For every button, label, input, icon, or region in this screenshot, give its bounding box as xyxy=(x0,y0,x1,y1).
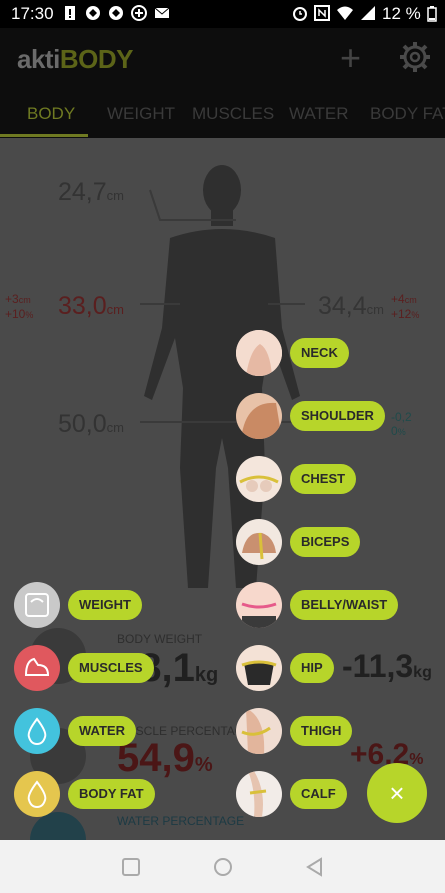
menu-thigh[interactable]: THIGH xyxy=(236,708,353,754)
thigh-photo xyxy=(236,708,282,754)
sim-alert-icon xyxy=(62,5,78,21)
nfc-icon xyxy=(314,5,330,26)
tab-water[interactable]: WATER xyxy=(289,104,349,124)
tab-weight[interactable]: WEIGHT xyxy=(107,104,175,124)
menu-chest-label: CHEST xyxy=(290,464,357,494)
menu-calf-label: CALF xyxy=(290,779,347,809)
menu-biceps-label: BICEPS xyxy=(290,527,361,557)
shoulder-photo xyxy=(236,393,282,439)
close-fab-button[interactable]: × xyxy=(367,763,427,823)
system-nav-bar xyxy=(0,840,445,893)
neck-photo xyxy=(236,330,282,376)
alarm-icon xyxy=(292,5,308,26)
menu-body-fat[interactable]: BODY FAT xyxy=(14,771,155,817)
add-icon[interactable]: + xyxy=(340,40,361,76)
tab-bar: BODY WEIGHT MUSCLES WATER BODY FAT xyxy=(0,98,445,138)
signal-icon xyxy=(360,5,376,26)
status-time: 17:30 xyxy=(11,4,54,23)
menu-calf[interactable]: CALF xyxy=(236,771,347,817)
belly-waist-photo xyxy=(236,582,282,628)
menu-hip[interactable]: HIP xyxy=(236,645,334,691)
water-drop-icon xyxy=(14,708,60,754)
system-icons xyxy=(292,5,376,26)
menu-belly-waist[interactable]: BELLY/WAIST xyxy=(236,582,399,628)
menu-biceps[interactable]: BICEPS xyxy=(236,519,361,565)
notification-icons xyxy=(62,5,170,21)
home-icon[interactable] xyxy=(213,857,233,882)
hip-photo xyxy=(236,645,282,691)
back-icon[interactable] xyxy=(305,857,323,882)
mail-icon xyxy=(154,5,170,21)
menu-muscles-label: MUSCLES xyxy=(68,653,154,683)
menu-shoulder[interactable]: SHOULDER xyxy=(236,393,385,439)
tab-body-fat[interactable]: BODY FAT xyxy=(370,104,445,124)
menu-shoulder-label: SHOULDER xyxy=(290,401,385,431)
tab-muscles[interactable]: MUSCLES xyxy=(192,104,274,124)
app-notification-icon xyxy=(85,5,101,21)
menu-hip-label: HIP xyxy=(290,653,334,683)
fat-drop-icon xyxy=(14,771,60,817)
left-arm-measurement: 33,0cm xyxy=(58,292,125,320)
tab-body[interactable]: BODY xyxy=(27,104,75,124)
menu-weight[interactable]: WEIGHT xyxy=(14,582,142,628)
battery-text: 12 % xyxy=(382,4,421,23)
right-arm-measurement: 34,4cm xyxy=(318,292,385,320)
tab-indicator xyxy=(0,134,88,137)
menu-weight-label: WEIGHT xyxy=(68,590,142,620)
menu-muscles[interactable]: MUSCLES xyxy=(14,645,154,691)
menu-chest[interactable]: CHEST xyxy=(236,456,357,502)
menu-water-label: WATER xyxy=(68,716,136,746)
menu-water[interactable]: WATER xyxy=(14,708,136,754)
calf-photo xyxy=(236,771,282,817)
gear-icon[interactable] xyxy=(398,40,432,79)
app-notification-icon xyxy=(108,5,124,21)
status-bar: 17:30 12 % xyxy=(0,0,445,28)
neck-measurement: 24,7cm xyxy=(58,178,125,206)
menu-body-fat-label: BODY FAT xyxy=(68,779,155,809)
menu-belly-waist-label: BELLY/WAIST xyxy=(290,590,399,620)
weight-label: BODY WEIGHT xyxy=(117,632,203,646)
battery-icon xyxy=(427,6,437,27)
menu-neck[interactable]: NECK xyxy=(236,330,349,376)
left-arm-change: +3cm +10% xyxy=(5,292,34,321)
plus-circle-icon xyxy=(131,5,147,21)
close-icon: × xyxy=(389,778,405,808)
app-logo: aktiBODY xyxy=(17,44,133,74)
app-bar: aktiBODY + BODY WEIGHT MUSCLES WATER BOD… xyxy=(0,28,445,138)
muscle-arm-icon xyxy=(14,645,60,691)
right-arm-change: +4cm +12% xyxy=(391,292,420,321)
scale-icon xyxy=(14,582,60,628)
body-silhouette xyxy=(140,165,305,588)
chest-photo xyxy=(236,456,282,502)
waist-change: -0,2 0% xyxy=(391,410,412,438)
weight-change: -11,3kg xyxy=(342,648,432,684)
waist-measurement: 50,0cm xyxy=(58,410,125,438)
menu-neck-label: NECK xyxy=(290,338,349,368)
menu-thigh-label: THIGH xyxy=(290,716,353,746)
wifi-icon xyxy=(336,5,354,26)
recents-icon[interactable] xyxy=(122,858,140,881)
biceps-photo xyxy=(236,519,282,565)
